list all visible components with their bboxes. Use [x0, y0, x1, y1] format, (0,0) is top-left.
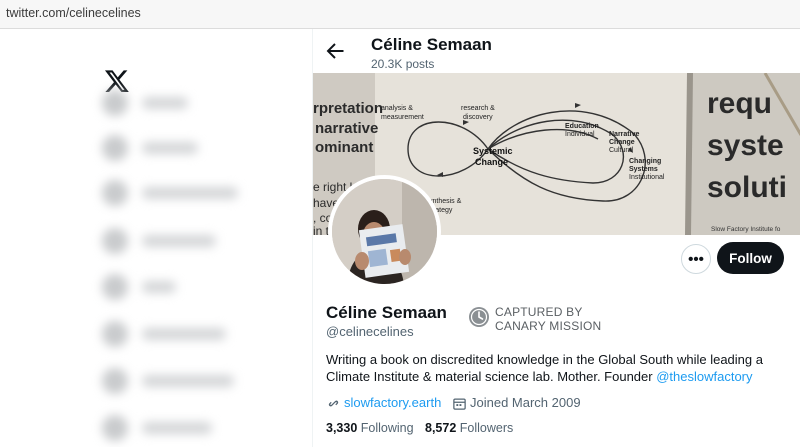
list-icon	[102, 274, 128, 300]
nav-item-bookmarks[interactable]	[98, 319, 268, 349]
nav-label	[142, 375, 234, 387]
nav-label	[142, 187, 238, 199]
calendar-icon	[453, 398, 466, 410]
nav-label	[142, 328, 226, 340]
banner-diag-sys3: Institutional	[629, 174, 665, 181]
profile-handle: @celinecelines	[326, 324, 414, 339]
nav-label	[142, 422, 212, 434]
link-icon	[328, 400, 339, 407]
x-premium-icon	[102, 415, 128, 441]
banner-diag-edu1: Education	[565, 123, 599, 130]
followers-label: Followers	[459, 421, 514, 435]
banner-diag-center1: Systemic	[473, 146, 513, 156]
avatar-photo	[332, 179, 437, 284]
banner-diag-edu2: Individual	[565, 131, 595, 138]
following-label: Following	[360, 421, 414, 435]
joined-date: Joined March 2009	[470, 395, 581, 410]
home-icon	[102, 90, 128, 116]
banner-text-right2: syste	[707, 129, 784, 162]
banner-text-left2: narrative	[315, 120, 378, 137]
people-icon	[102, 368, 128, 394]
nav-item-communities[interactable]	[98, 366, 268, 396]
following-link[interactable]: 3,330 Following	[326, 421, 414, 435]
avatar[interactable]	[328, 175, 441, 288]
nav-label	[142, 142, 198, 154]
url-text[interactable]: twitter.com/celinecelines	[6, 6, 141, 20]
banner-diag-sys1: Changing	[629, 158, 661, 165]
followers-count: 8,572	[425, 421, 457, 435]
nav-label	[142, 235, 216, 247]
nav-item-home[interactable]	[98, 88, 268, 118]
bio-mention-link[interactable]: @theslowfactory	[656, 369, 752, 384]
followers-link[interactable]: 8,572 Followers	[425, 421, 513, 435]
banner-text-left3: ominant	[315, 139, 373, 156]
profile-bio: Writing a book on discredited knowledge …	[326, 351, 786, 385]
bookmark-icon	[102, 321, 128, 347]
banner-diag-sys2: Systems	[629, 166, 658, 173]
nav-item-messages[interactable]	[98, 226, 268, 256]
nav-label	[142, 281, 176, 293]
banner-diag-analysis2: measurement	[381, 114, 424, 121]
nav-label	[142, 97, 188, 109]
following-count: 3,330	[326, 421, 358, 435]
captured-by-badge[interactable]: CAPTURED BY CANARY MISSION	[468, 304, 618, 333]
address-bar[interactable]: twitter.com/celinecelines	[0, 0, 800, 29]
more-icon: •••	[688, 250, 704, 268]
nav-item-premium[interactable]	[98, 413, 268, 443]
captured-line1: CAPTURED BY	[495, 305, 583, 319]
banner-diag-narr3: Cultural	[609, 147, 634, 154]
follow-button[interactable]: Follow	[717, 242, 784, 274]
nav-item-explore[interactable]	[98, 133, 268, 163]
left-navigation	[0, 29, 312, 447]
website-link[interactable]: slowfactory.earth	[344, 395, 441, 410]
header-profile-name: Céline Semaan	[371, 35, 492, 54]
banner-text-right1: requ	[707, 87, 772, 120]
bell-icon	[102, 180, 128, 206]
banner-diag-narr1: Narrative	[609, 131, 639, 138]
nav-item-lists[interactable]	[98, 272, 268, 302]
nav-item-notifications[interactable]	[98, 178, 268, 208]
search-icon	[102, 135, 128, 161]
arrow-left-icon[interactable]	[323, 39, 347, 63]
profile-name: Céline Semaan	[326, 303, 447, 322]
more-options-button[interactable]: •••	[681, 244, 711, 274]
header-post-count: 20.3K posts	[371, 57, 435, 71]
profile-column: Céline Semaan 20.3K posts rpretation nar…	[312, 29, 800, 447]
banner-diag-research1: research &	[461, 105, 495, 112]
banner-diag-research2: discovery	[463, 114, 493, 121]
banner-diag-analysis1: analysis &	[381, 105, 413, 112]
envelope-icon	[102, 228, 128, 254]
captured-line2: CANARY MISSION	[495, 319, 602, 333]
banner-text-left1: rpretation	[313, 100, 383, 117]
banner-text-right3: soluti	[707, 171, 787, 204]
banner-text-right-small: Slow Factory Institute fo	[711, 226, 781, 233]
banner-diag-narr2: Change	[609, 139, 635, 146]
banner-diag-center2: Change	[475, 157, 508, 167]
canary-mission-badge-icon	[469, 307, 489, 327]
